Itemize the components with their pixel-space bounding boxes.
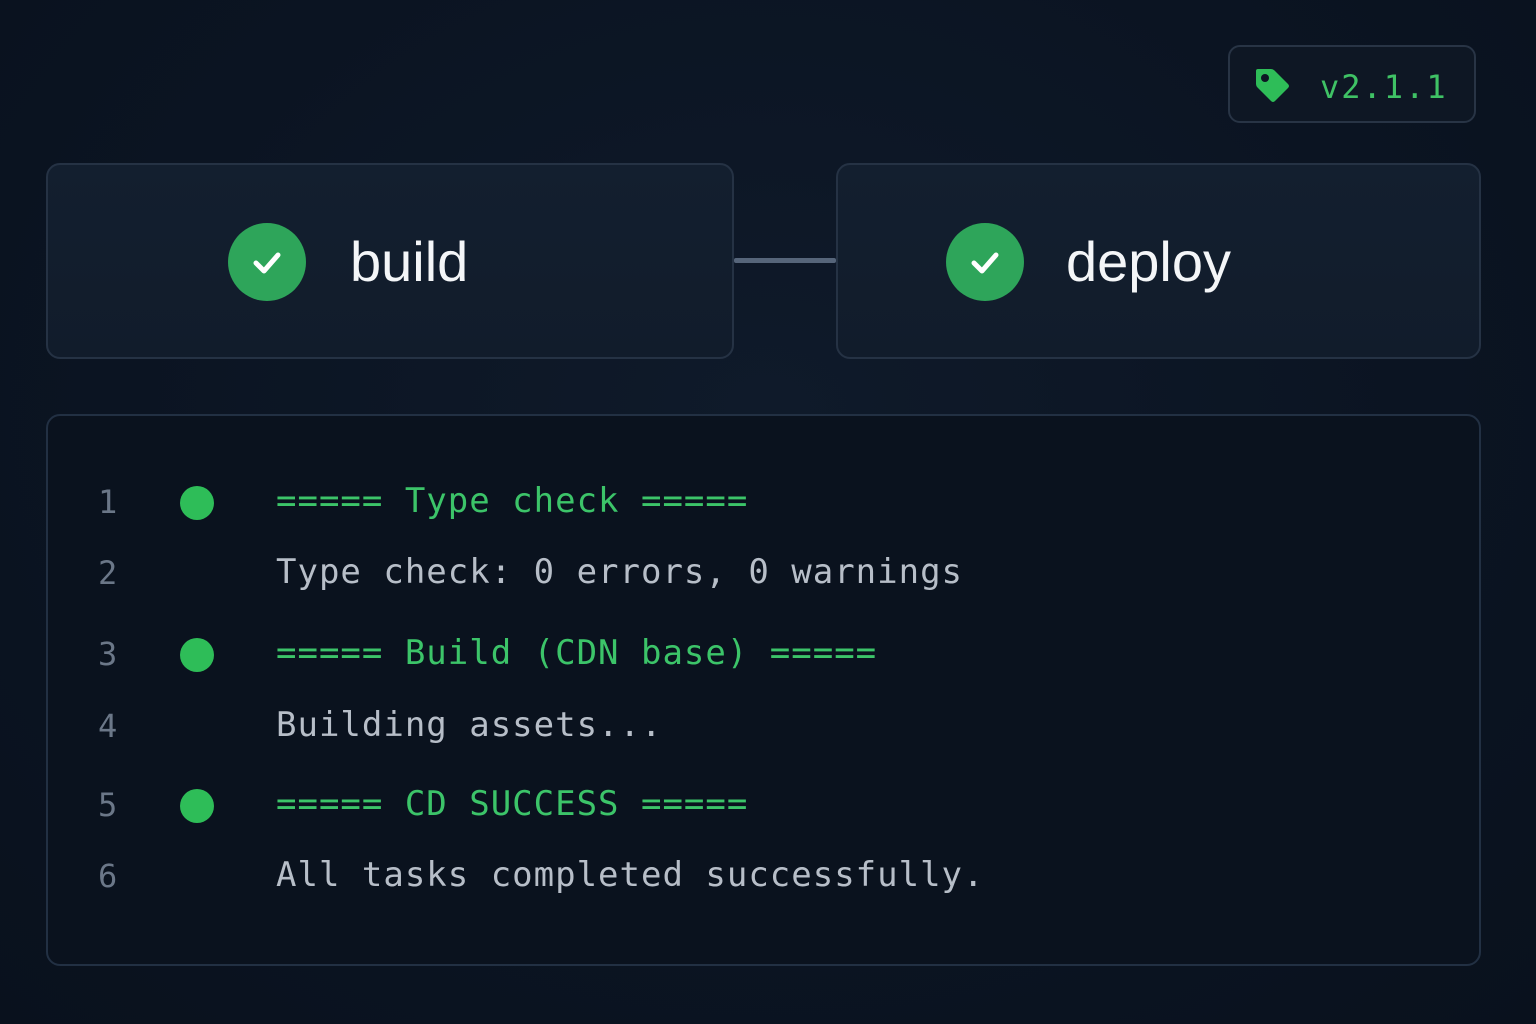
log-line: 4 Building assets... <box>48 696 1479 756</box>
job-card-deploy[interactable]: deploy <box>836 163 1481 359</box>
job-name-build: build <box>350 230 469 293</box>
check-circle-icon <box>228 223 306 301</box>
version-label: v2.1.1 <box>1320 68 1448 106</box>
line-number: 6 <box>98 857 118 895</box>
log-panel[interactable]: 1 ===== Type check ===== 2 Type check: 0… <box>46 414 1481 966</box>
status-dot-icon <box>180 638 214 672</box>
log-line: 6 All tasks completed successfully. <box>48 846 1479 906</box>
status-dot-icon <box>180 789 214 823</box>
log-text: Building assets... <box>276 705 663 745</box>
job-name-deploy: deploy <box>1066 230 1232 293</box>
line-number: 1 <box>98 483 118 521</box>
log-line: 5 ===== CD SUCCESS ===== <box>48 775 1479 835</box>
check-circle-icon <box>946 223 1024 301</box>
log-text: All tasks completed successfully. <box>276 855 985 895</box>
log-text: ===== Build (CDN base) ===== <box>276 633 878 673</box>
version-tag[interactable]: v2.1.1 <box>1228 45 1476 123</box>
log-text: ===== Type check ===== <box>276 481 749 521</box>
line-number: 2 <box>98 554 118 592</box>
status-dot-icon <box>180 486 214 520</box>
log-text: Type check: 0 errors, 0 warnings <box>276 552 964 592</box>
log-line: 1 ===== Type check ===== <box>48 472 1479 532</box>
log-text: ===== CD SUCCESS ===== <box>276 784 749 824</box>
pipeline-page: v2.1.1 build deploy 1 ===== Type check =… <box>0 0 1536 1024</box>
line-number: 3 <box>98 635 118 673</box>
log-line: 3 ===== Build (CDN base) ===== <box>48 624 1479 684</box>
log-line: 2 Type check: 0 errors, 0 warnings <box>48 543 1479 603</box>
line-number: 5 <box>98 786 118 824</box>
line-number: 4 <box>98 707 118 745</box>
job-connector <box>734 258 836 263</box>
tag-icon <box>1252 65 1292 105</box>
job-card-build[interactable]: build <box>46 163 734 359</box>
